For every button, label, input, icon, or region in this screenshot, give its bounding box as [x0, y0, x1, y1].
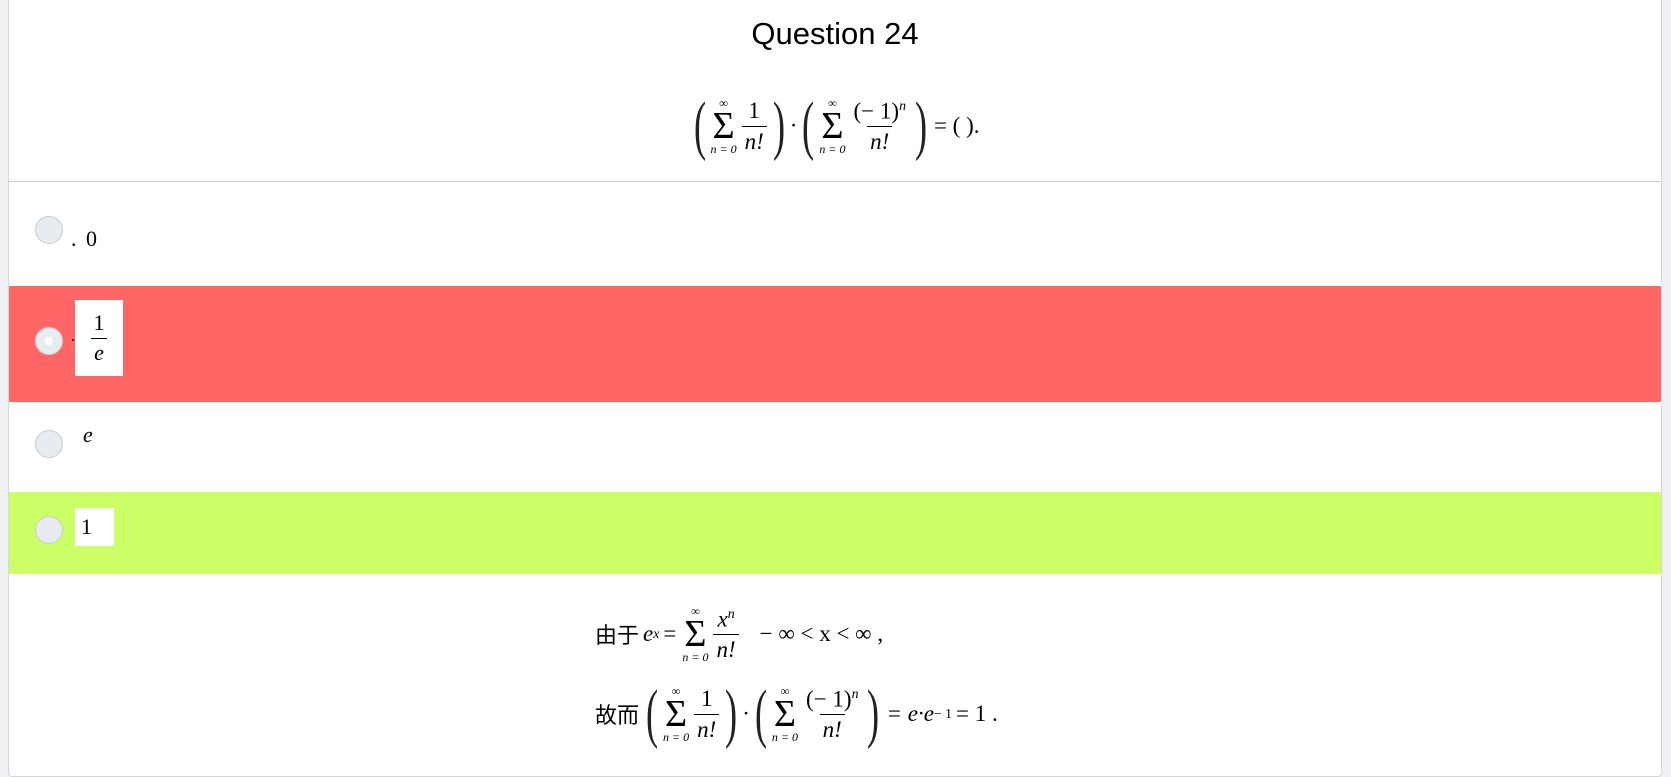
explanation-line-1: 由于 ex = ∞ Σ n = 0 xn n! − ∞ < x < ∞ ,: [595, 603, 884, 665]
option-d-text: 1: [75, 508, 114, 546]
fraction: xn n!: [713, 606, 739, 662]
explanation-line-2: 故而 ( ∞ Σ n = 0 1 n! ) · ( ∞ Σ n = 0 (− 1…: [595, 677, 998, 750]
option-b[interactable]: . 1 e: [9, 286, 1661, 402]
explanation: 由于 ex = ∞ Σ n = 0 xn n! − ∞ < x < ∞ , 故而…: [595, 594, 998, 754]
sum-symbol: ∞ Σ n = 0: [771, 683, 799, 745]
option-a-radio[interactable]: [35, 216, 63, 244]
option-a[interactable]: . 0: [9, 182, 1661, 286]
sum-symbol: ∞ Σ n = 0: [710, 95, 737, 157]
option-c[interactable]: e: [9, 402, 1661, 492]
fraction: (− 1)n n!: [853, 97, 906, 154]
sum-symbol: ∞ Σ n = 0: [682, 603, 709, 665]
fraction: 1 n!: [694, 686, 720, 742]
sum-symbol: ∞ Σ n = 0: [819, 95, 846, 157]
fraction: (− 1)n n!: [806, 685, 859, 742]
question-title: Question 24: [751, 16, 919, 51]
fraction: 1 n!: [741, 98, 767, 154]
option-c-text: e: [83, 422, 93, 447]
option-c-radio[interactable]: [35, 430, 63, 458]
option-b-radio[interactable]: [35, 327, 63, 355]
question-tail: = ( ).: [933, 113, 980, 138]
option-b-fraction: 1 e: [91, 311, 108, 364]
option-b-box: 1 e: [75, 300, 123, 376]
sum-symbol: ∞ Σ n = 0: [663, 683, 690, 745]
option-d[interactable]: 1: [9, 492, 1661, 574]
question-formula: ( ∞ Σ n = 0 1 n! ) · ( ∞ Σ n = 0 (− 1)n …: [693, 89, 980, 162]
option-a-text: 0: [86, 226, 97, 251]
option-d-radio[interactable]: [35, 516, 63, 544]
question-card: Question 24 ( ∞ Σ n = 0 1 n! ) · ( ∞ Σ n…: [8, 0, 1662, 777]
